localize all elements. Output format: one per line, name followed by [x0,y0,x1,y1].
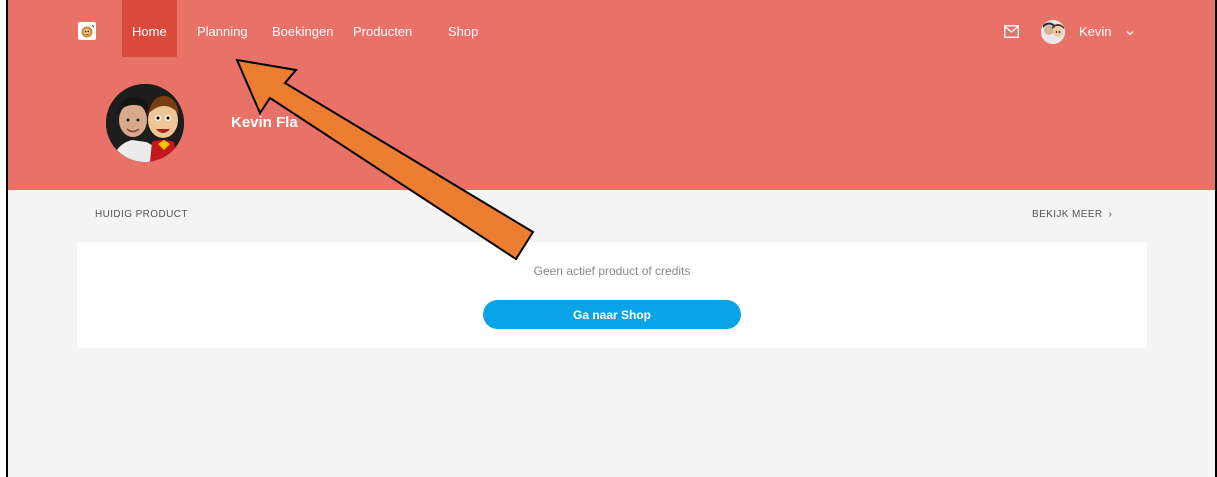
chevron-right-icon[interactable]: › [1109,209,1113,220]
chevron-down-icon[interactable] [1126,30,1134,36]
nav-planning[interactable]: Planning [197,0,248,57]
profile-avatar [106,84,184,162]
top-navigation: Home Planning Boekingen Producten Shop K… [8,0,1215,57]
browser-viewport: Home Planning Boekingen Producten Shop K… [6,0,1217,477]
view-more-link[interactable]: BEKIJK MEER › [1032,209,1112,220]
user-avatar[interactable] [1041,20,1065,44]
mail-icon[interactable] [1004,25,1019,38]
go-to-shop-button[interactable]: Ga naar Shop [483,300,741,329]
nav-home[interactable]: Home [122,0,177,57]
profile-name: Kevin Fla [231,114,298,131]
user-menu-name[interactable]: Kevin [1079,0,1112,57]
empty-product-message: Geen actief product of credits [533,264,691,278]
nav-shop[interactable]: Shop [448,0,478,57]
nav-producten[interactable]: Producten [353,0,412,57]
site-logo[interactable] [78,22,96,40]
profile-header: Home Planning Boekingen Producten Shop K… [8,0,1215,190]
section-title: HUIDIG PRODUCT [95,209,188,220]
view-more-label[interactable]: BEKIJK MEER [1032,209,1103,220]
nav-boekingen[interactable]: Boekingen [272,0,333,57]
current-product-card: Geen actief product of credits Ga naar S… [77,242,1147,348]
